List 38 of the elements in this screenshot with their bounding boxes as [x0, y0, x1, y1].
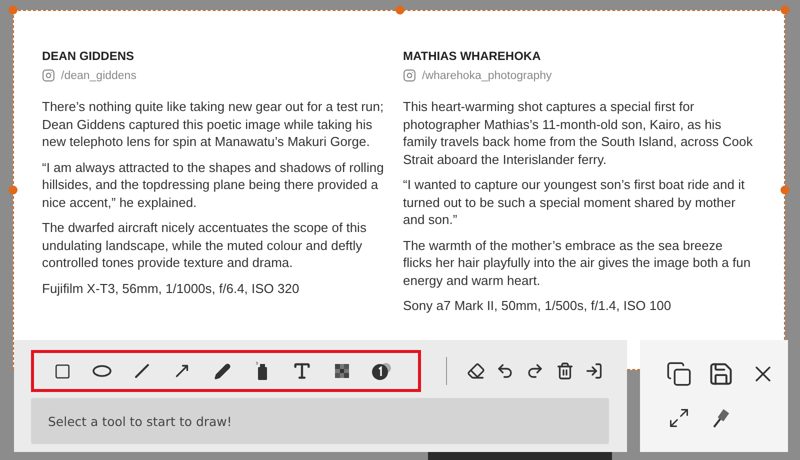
paragraph: “I am always attracted to the shapes and shadows of rolling hillsides, and the topdressing plane being there provided a nice accent,” he explained.: [42, 158, 385, 211]
copy-icon: [666, 361, 692, 387]
resize-handle[interactable]: [396, 6, 404, 14]
marker-icon: [255, 361, 269, 381]
expand-icon: [668, 407, 690, 429]
photographer-name: MATHIAS WHAREHOKA: [403, 49, 542, 63]
paragraph: Sony a7 Mark II, 50mm, 1/500s, f/1.4, ISO 100: [403, 297, 672, 314]
paragraph: Fujifilm X-T3, 56mm, 1/1000s, f/6.4, ISO 320: [42, 280, 300, 297]
undo-icon: [496, 362, 514, 380]
exit-icon: [585, 362, 604, 380]
trash-icon: [556, 362, 574, 380]
rectangle-icon: [54, 362, 70, 380]
paragraph: “I wanted to capture our youngest son’s first boat ride and it turned out to be such a special moment shared by mother and son.”: [403, 176, 746, 228]
arrow-icon: [173, 362, 191, 380]
resize-handle[interactable]: [8, 186, 18, 194]
social-handle: /dean_giddens: [61, 70, 136, 82]
instagram-icon: [403, 69, 416, 82]
paragraph: There’s nothing quite like taking new gear out for a test run; Dean Giddens captured this poetic image while taking his new telephoto lens for spin at Manawatu’s Makuri Gorge.: [42, 98, 385, 150]
line-icon: [134, 363, 150, 379]
pencil-icon: [214, 362, 230, 380]
mosaic-icon: [335, 364, 349, 378]
number-badge-icon: [371, 361, 393, 381]
paragraph: The dwarfed aircraft nicely accentuates the scope of this undulating landscape, while the muted colour and deftly controlled tones provide texture and drama.: [42, 219, 368, 272]
photographer-name: DEAN GIDDENS: [42, 49, 136, 63]
paragraph: The warmth of the mother’s embrace as the sea breeze flicks her hair playfully into the air gives the image both a fun energy and warm heart.: [403, 236, 752, 289]
status-message: Select a tool to start to draw!: [31, 398, 609, 444]
resize-handle[interactable]: [8, 6, 18, 14]
resize-handle[interactable]: [780, 6, 790, 14]
paragraph: This heart-warming shot captures a special first for photographer Mathias’s 11-month-old son, Kairo, as his family travels back home from the South Island, across Cook Strait aboard the Interislander ferry.: [403, 98, 753, 168]
text-icon: [292, 361, 312, 381]
resize-handle[interactable]: [780, 186, 790, 194]
save-icon: [708, 361, 734, 387]
social-handle: /wharehoka_photography: [422, 70, 552, 82]
redo-icon: [526, 362, 544, 380]
instagram-icon: [42, 69, 55, 82]
pin-icon: [711, 407, 731, 429]
eraser-icon: [466, 362, 485, 380]
ellipse-icon: [92, 365, 112, 377]
